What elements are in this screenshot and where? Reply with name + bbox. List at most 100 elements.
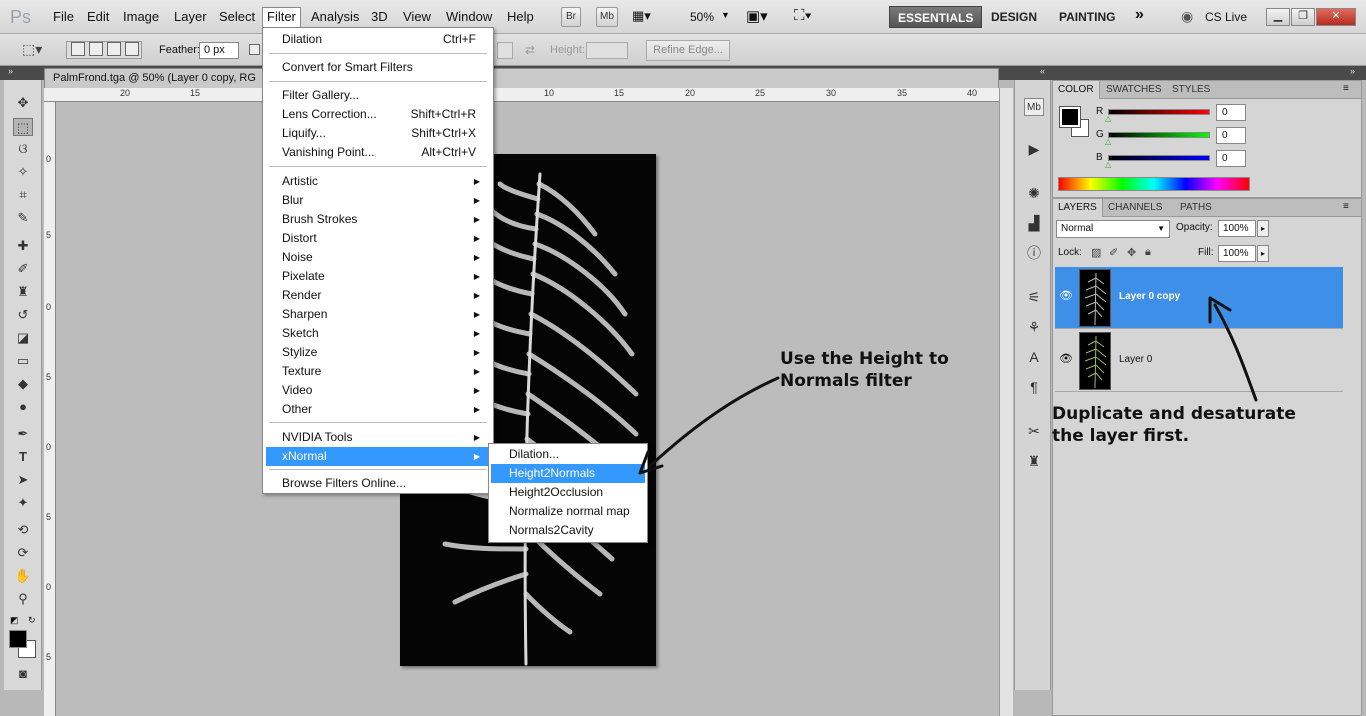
path-select-icon[interactable]: ➤ bbox=[13, 471, 33, 489]
height-input[interactable] bbox=[586, 42, 628, 59]
color-spectrum-ramp[interactable] bbox=[1058, 177, 1250, 191]
xnormal-item-normalize[interactable]: Normalize normal map bbox=[491, 502, 645, 521]
arrange-documents-icon[interactable]: ▣▾ bbox=[746, 7, 768, 25]
menu-filter[interactable]: Filter bbox=[262, 7, 301, 27]
blue-slider[interactable] bbox=[1108, 155, 1210, 161]
lock-transparent-icon[interactable]: ▨ bbox=[1091, 246, 1101, 259]
bridge-button[interactable]: Br bbox=[561, 7, 581, 27]
menu-select[interactable]: Select bbox=[216, 9, 258, 24]
screen-mode-icon[interactable]: ⛶▾ bbox=[794, 7, 812, 24]
menu-help[interactable]: Help bbox=[504, 9, 537, 24]
vertical-scrollbar[interactable] bbox=[999, 88, 1013, 716]
workspace-design[interactable]: DESIGN bbox=[983, 6, 1045, 28]
workspace-essentials[interactable]: ESSENTIALS bbox=[889, 6, 983, 28]
default-colors-icon[interactable]: ◩ bbox=[10, 615, 19, 626]
workspace-painting[interactable]: PAINTING bbox=[1051, 6, 1123, 28]
marquee-tool-icon[interactable]: ⬚ bbox=[13, 118, 33, 136]
mini-bridge-button[interactable]: Mb bbox=[596, 7, 618, 27]
3d-orbit-icon[interactable]: ⟳ bbox=[13, 544, 33, 562]
layer-name[interactable]: Layer 0 copy bbox=[1119, 291, 1180, 302]
panel-menu-icon[interactable]: ≡ bbox=[1343, 83, 1349, 94]
menu-analysis[interactable]: Analysis bbox=[308, 9, 362, 24]
tab-channels[interactable]: CHANNELS bbox=[1103, 199, 1167, 217]
eraser-tool-icon[interactable]: ◪ bbox=[13, 329, 33, 347]
filter-item-texture[interactable]: Texture ▶ bbox=[266, 362, 490, 381]
crop-tool-icon[interactable]: ⌗ bbox=[13, 186, 33, 204]
restore-button[interactable]: ❐ bbox=[1291, 8, 1315, 26]
add-selection-icon[interactable] bbox=[89, 42, 103, 56]
blue-slider-handle-icon[interactable]: △ bbox=[1105, 160, 1111, 169]
layer-row-layer-0[interactable]: 👁︎ Layer 0 bbox=[1055, 330, 1343, 392]
foreground-color-chip[interactable] bbox=[1059, 106, 1081, 128]
swap-dimensions-icon[interactable]: ⇄ bbox=[525, 43, 535, 57]
masks-icon[interactable]: ⚘ bbox=[1024, 318, 1044, 336]
actions-play-icon[interactable]: ▶ bbox=[1024, 140, 1044, 158]
tool-presets-icon[interactable]: ✂ bbox=[1024, 422, 1044, 440]
filter-item-stylize[interactable]: Stylize ▶ bbox=[266, 343, 490, 362]
visibility-eye-icon[interactable]: 👁︎ bbox=[1059, 289, 1073, 302]
filter-item-sharpen[interactable]: Sharpen ▶ bbox=[266, 305, 490, 324]
histogram-icon[interactable]: ▟ bbox=[1024, 214, 1044, 232]
gradient-tool-icon[interactable]: ▭ bbox=[13, 352, 33, 370]
subtract-selection-icon[interactable] bbox=[107, 42, 121, 56]
layer-row-layer-0-copy[interactable]: 👁︎ Layer 0 copy bbox=[1055, 267, 1343, 329]
character-icon[interactable]: A bbox=[1024, 348, 1044, 366]
tab-swatches[interactable]: SWATCHES bbox=[1101, 81, 1167, 99]
menu-layer[interactable]: Layer bbox=[171, 9, 210, 24]
green-value-input[interactable]: 0 bbox=[1216, 127, 1246, 144]
xnormal-item-height2occlusion[interactable]: Height2Occlusion bbox=[491, 483, 645, 502]
expand-panels-icon[interactable]: « bbox=[1040, 66, 1045, 76]
red-value-input[interactable]: 0 bbox=[1216, 104, 1246, 121]
xnormal-item-height2normals[interactable]: Height2Normals bbox=[491, 464, 645, 483]
filter-item-brush-strokes[interactable]: Brush Strokes ▶ bbox=[266, 210, 490, 229]
clone-stamp-icon[interactable]: ♜ bbox=[13, 283, 33, 301]
swap-colors-icon[interactable]: ↻ bbox=[28, 615, 36, 626]
brush-tool-icon[interactable]: ✐ bbox=[13, 260, 33, 278]
move-tool-icon[interactable]: ✥ bbox=[13, 94, 33, 112]
history-brush-icon[interactable]: ↺ bbox=[13, 306, 33, 324]
collapse-panels-icon[interactable]: » bbox=[1350, 66, 1355, 76]
anti-alias-checkbox[interactable] bbox=[249, 44, 260, 55]
clone-source-icon[interactable]: ♜ bbox=[1024, 452, 1044, 470]
fill-slider-arrow-icon[interactable]: ▸ bbox=[1257, 245, 1269, 262]
quick-mask-icon[interactable]: ◙ bbox=[13, 665, 33, 683]
zoom-tool-icon[interactable]: ⚲ bbox=[13, 590, 33, 608]
tab-paths[interactable]: PATHS bbox=[1175, 199, 1217, 217]
navigator-icon[interactable]: ✺ bbox=[1024, 184, 1044, 202]
cs-live-label[interactable]: CS Live bbox=[1205, 10, 1247, 24]
quick-select-tool-icon[interactable]: ✧ bbox=[13, 163, 33, 181]
hand-tool-icon[interactable]: ✋ bbox=[13, 567, 33, 585]
green-slider-handle-icon[interactable]: △ bbox=[1105, 137, 1111, 146]
filter-item-browse-online[interactable]: Browse Filters Online... bbox=[266, 474, 490, 493]
shape-tool-icon[interactable]: ✦ bbox=[13, 494, 33, 512]
filter-item-blur[interactable]: Blur ▶ bbox=[266, 191, 490, 210]
filter-item-render[interactable]: Render ▶ bbox=[266, 286, 490, 305]
filter-item-nvidia-tools[interactable]: NVIDIA Tools ▶ bbox=[266, 428, 490, 447]
green-slider[interactable] bbox=[1108, 132, 1210, 138]
filter-item-pixelate[interactable]: Pixelate ▶ bbox=[266, 267, 490, 286]
filter-item-xnormal[interactable]: xNormal ▶ bbox=[266, 447, 490, 466]
minimize-button[interactable]: ▁ bbox=[1266, 8, 1290, 26]
menu-window[interactable]: Window bbox=[443, 9, 495, 24]
menu-3d[interactable]: 3D bbox=[368, 9, 391, 24]
lock-all-icon[interactable]: 🔒︎ bbox=[1145, 246, 1151, 259]
more-workspaces-icon[interactable]: » bbox=[1135, 6, 1144, 24]
new-selection-icon[interactable] bbox=[71, 42, 85, 56]
filter-item-dilation[interactable]: Dilation Ctrl+F bbox=[266, 30, 490, 49]
healing-brush-icon[interactable]: ✚ bbox=[13, 237, 33, 255]
filter-item-distort[interactable]: Distort ▶ bbox=[266, 229, 490, 248]
menu-view[interactable]: View bbox=[400, 9, 434, 24]
lock-position-icon[interactable]: ✥ bbox=[1127, 246, 1136, 259]
3d-rotate-icon[interactable]: ⟲ bbox=[13, 521, 33, 539]
menu-file[interactable]: File bbox=[50, 9, 77, 24]
adjustments-icon[interactable]: ⚟ bbox=[1024, 288, 1044, 306]
width-input[interactable] bbox=[497, 42, 513, 59]
document-tab[interactable]: PalmFrond.tga @ 50% (Layer 0 copy, RG bbox=[44, 68, 999, 88]
blur-tool-icon[interactable]: ◆ bbox=[13, 375, 33, 393]
fill-input[interactable]: 100% bbox=[1218, 245, 1256, 262]
menu-edit[interactable]: Edit bbox=[84, 9, 112, 24]
cs-live-icon[interactable]: ◉ bbox=[1181, 8, 1193, 25]
opacity-input[interactable]: 100% bbox=[1218, 220, 1256, 237]
close-button[interactable]: ✕ bbox=[1316, 8, 1356, 26]
lock-image-icon[interactable]: ✐ bbox=[1109, 246, 1118, 259]
